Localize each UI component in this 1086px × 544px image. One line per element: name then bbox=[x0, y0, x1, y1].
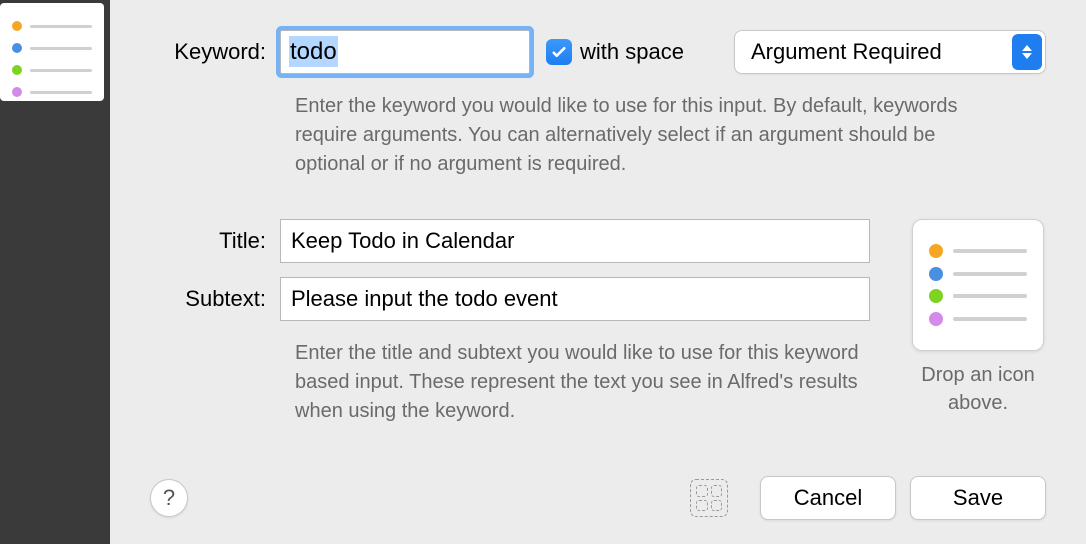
line-icon bbox=[953, 294, 1027, 298]
dot-icon bbox=[12, 65, 22, 75]
help-button[interactable]: ? bbox=[150, 479, 188, 517]
icon-row bbox=[929, 312, 1027, 326]
title-row: Title: bbox=[150, 219, 870, 263]
dot-icon bbox=[929, 267, 943, 281]
line-icon bbox=[30, 91, 92, 94]
thumb-row bbox=[12, 87, 92, 97]
icon-row bbox=[929, 244, 1027, 258]
dot-icon bbox=[929, 312, 943, 326]
icon-drop-area: Drop an icon above. bbox=[910, 219, 1046, 417]
sidebar bbox=[0, 0, 110, 544]
subtext-label: Subtext: bbox=[150, 286, 280, 312]
thumb-row bbox=[12, 21, 92, 31]
dot-icon bbox=[929, 244, 943, 258]
bottom-bar: ? Cancel Save bbox=[150, 476, 1046, 520]
line-icon bbox=[953, 317, 1027, 321]
icon-row bbox=[929, 267, 1027, 281]
line-icon bbox=[953, 272, 1027, 276]
title-help-text: Enter the title and subtext you would li… bbox=[295, 339, 870, 426]
line-icon bbox=[30, 47, 92, 50]
keyword-help-text: Enter the keyword you would like to use … bbox=[295, 92, 995, 179]
title-label: Title: bbox=[150, 228, 280, 254]
drop-icon-label: Drop an icon above. bbox=[910, 361, 1046, 417]
main-panel: Keyword: todo with space Argument Requir… bbox=[110, 0, 1086, 544]
line-icon bbox=[953, 249, 1027, 253]
title-input[interactable] bbox=[280, 219, 870, 263]
keyword-label: Keyword: bbox=[150, 39, 280, 65]
dot-icon bbox=[12, 87, 22, 97]
cancel-button[interactable]: Cancel bbox=[760, 476, 896, 520]
argument-select-wrap: Argument Required bbox=[734, 30, 1046, 74]
grid-icon[interactable] bbox=[690, 479, 728, 517]
keyword-row: Keyword: todo with space Argument Requir… bbox=[150, 30, 1046, 74]
thumb-row bbox=[12, 65, 92, 75]
chevron-up-down-icon bbox=[1012, 34, 1042, 70]
thumb-row bbox=[12, 43, 92, 53]
dot-icon bbox=[12, 21, 22, 31]
dot-icon bbox=[929, 289, 943, 303]
line-icon bbox=[30, 25, 92, 28]
check-icon bbox=[550, 43, 568, 61]
dot-icon bbox=[12, 43, 22, 53]
workflow-thumbnail[interactable] bbox=[0, 3, 104, 101]
with-space-label: with space bbox=[580, 39, 684, 65]
subtext-row: Subtext: bbox=[150, 277, 870, 321]
with-space-checkbox-wrap: with space bbox=[546, 39, 684, 65]
icon-well[interactable] bbox=[912, 219, 1044, 351]
save-button[interactable]: Save bbox=[910, 476, 1046, 520]
keyword-input-wrap: todo bbox=[280, 30, 530, 74]
argument-select-value: Argument Required bbox=[751, 39, 942, 65]
with-space-checkbox[interactable] bbox=[546, 39, 572, 65]
argument-select[interactable]: Argument Required bbox=[734, 30, 1046, 74]
keyword-input[interactable] bbox=[280, 30, 530, 74]
line-icon bbox=[30, 69, 92, 72]
icon-row bbox=[929, 289, 1027, 303]
subtext-input[interactable] bbox=[280, 277, 870, 321]
